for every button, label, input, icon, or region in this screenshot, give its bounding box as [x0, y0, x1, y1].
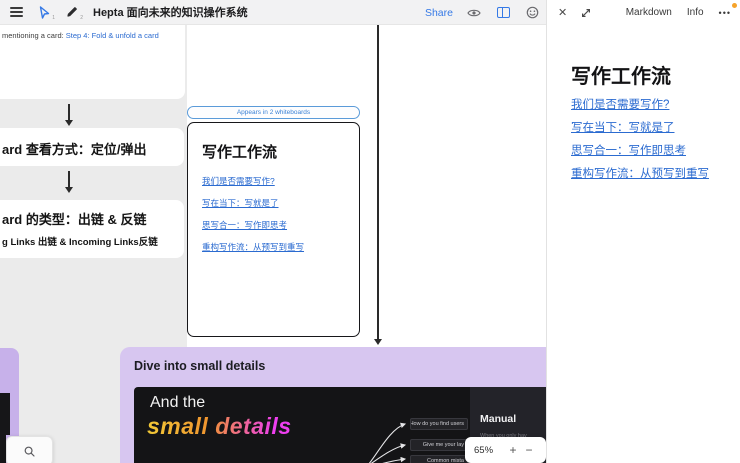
search-icon	[24, 446, 35, 457]
down-arrow	[64, 104, 74, 126]
dark-card-fragment	[0, 393, 10, 435]
writing-workflow-card[interactable]: 写作工作流 我们是否需要写作? 写在当下：写就是了 思写合一：写作即思考 重构写…	[187, 122, 360, 337]
purple-section-heading: Dive into small details	[134, 359, 265, 373]
writing-card-link[interactable]: 思写合一：写作即思考	[202, 219, 287, 231]
panel-card-link[interactable]: 我们是否需要写作?	[571, 96, 669, 112]
zoom-out-button[interactable]: −	[521, 443, 537, 457]
manual-title: Manual	[480, 413, 516, 425]
eye-icon[interactable]	[466, 5, 482, 21]
select-tool-icon[interactable]: 1	[37, 5, 51, 19]
writing-card-link[interactable]: 我们是否需要写作?	[202, 175, 275, 187]
split-view-icon[interactable]	[495, 5, 511, 21]
curved-arrows	[362, 407, 410, 463]
view-mode-card[interactable]: ard 查看方式：定位/弹出	[0, 128, 184, 166]
slide-line1: And the	[150, 394, 205, 412]
close-icon[interactable]: ✕	[558, 6, 567, 19]
markdown-button[interactable]: Markdown	[626, 7, 672, 18]
pen-icon	[66, 6, 78, 18]
slide-label: Common mista	[410, 455, 468, 463]
panel-card-link[interactable]: 思写合一：写作即思考	[571, 142, 686, 158]
whiteboard-title: Hepta 面向未来的知识操作系统	[93, 4, 248, 20]
mention-card-link[interactable]: Step 4: Fold & unfold a card	[66, 31, 159, 40]
whiteboard-canvas[interactable]: mentioning a card: Step 4: Fold & unfold…	[0, 25, 546, 463]
zoom-in-button[interactable]: +	[505, 443, 521, 457]
pen-tool-icon[interactable]: 2	[65, 5, 79, 19]
zoom-controls: 65% + −	[465, 437, 546, 463]
cursor-icon	[39, 6, 50, 19]
slide-label: How do you find users	[410, 418, 468, 430]
down-arrow	[64, 171, 74, 193]
menu-icon[interactable]	[10, 7, 23, 17]
panel-header: ✕ Markdown Info •••	[547, 0, 740, 25]
writing-card-link[interactable]: 重构写作流：从预写到重写	[202, 241, 304, 253]
writing-card-link[interactable]: 写在当下：写就是了	[202, 197, 279, 209]
search-button[interactable]	[6, 436, 53, 463]
writing-card-title: 写作工作流	[202, 141, 277, 162]
view-mode-card-title: ard 查看方式：定位/弹出	[2, 139, 146, 158]
panel-card-link[interactable]: 写在当下：写就是了	[571, 119, 675, 135]
link-types-card-title: ard 的类型：出链 & 反链	[2, 209, 146, 228]
card-side-panel: ✕ Markdown Info ••• 写作工作流 我们是否需要写作? 写在当下…	[546, 0, 740, 463]
more-options-icon[interactable]: •••	[719, 8, 731, 18]
slide-line2: small details	[147, 413, 292, 440]
app-window: 1 2 Hepta 面向未来的知识操作系统 Share	[0, 0, 740, 463]
panel-card-title: 写作工作流	[571, 60, 671, 89]
info-button[interactable]: Info	[687, 7, 704, 18]
zoom-level[interactable]: 65%	[474, 445, 505, 456]
appears-in-whiteboards-badge[interactable]: Appears in 2 whiteboards	[187, 106, 360, 119]
share-button[interactable]: Share	[425, 7, 453, 19]
expand-icon[interactable]	[580, 7, 592, 19]
connector-arrow	[373, 25, 383, 345]
slide-label: Give me your lay	[410, 439, 468, 451]
mention-card[interactable]: mentioning a card: Step 4: Fold & unfold…	[0, 25, 185, 99]
top-toolbar: 1 2 Hepta 面向未来的知识操作系统 Share	[0, 0, 546, 25]
mention-card-text: mentioning a card:	[2, 31, 66, 40]
notification-dot	[732, 3, 737, 8]
link-types-card[interactable]: ard 的类型：出链 & 反链 g Links 出链 & Incoming Li…	[0, 200, 184, 258]
emoji-icon[interactable]	[524, 5, 540, 21]
link-types-card-subtitle: g Links 出链 & Incoming Links反链	[2, 234, 158, 248]
panel-card-link[interactable]: 重构写作流：从预写到重写	[571, 165, 709, 181]
